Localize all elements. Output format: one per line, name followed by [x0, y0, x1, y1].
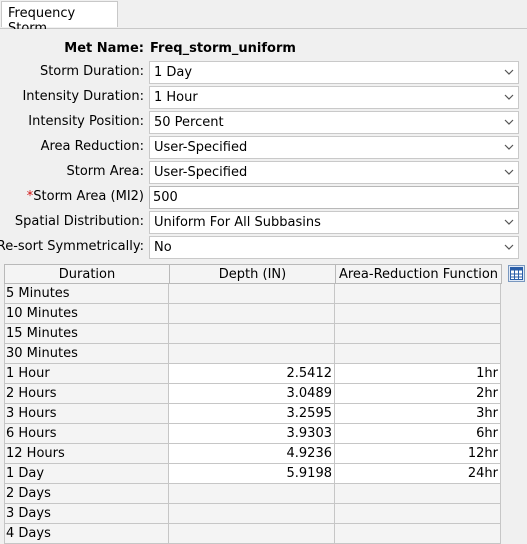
storm-area-mi2-label: *Storm Area (MI2) [27, 189, 144, 204]
intensity-position-row: Intensity Position: 50 Percent [0, 110, 527, 134]
chevron-down-icon [504, 169, 514, 175]
depth-cell[interactable] [169, 484, 335, 504]
column-header-depth[interactable]: Depth (IN) [170, 264, 336, 284]
area-reduction-cell[interactable]: 2hr [335, 384, 501, 404]
intensity-duration-value: 1 Hour [154, 90, 198, 105]
storm-area-value: User-Specified [154, 165, 248, 180]
depth-cell[interactable] [169, 524, 335, 544]
area-reduction-cell[interactable]: 6hr [335, 424, 501, 444]
storm-duration-label: Storm Duration: [39, 64, 144, 79]
depth-cell[interactable] [169, 504, 335, 524]
area-reduction-cell[interactable]: 12hr [335, 444, 501, 464]
area-reduction-row: Area Reduction: User-Specified [0, 135, 527, 159]
storm-duration-row: Storm Duration: 1 Day [0, 60, 527, 84]
duration-cell[interactable]: 1 Day [4, 464, 169, 484]
duration-cell[interactable]: 3 Hours [4, 404, 169, 424]
column-header-area-reduction[interactable]: Area-Reduction Function [336, 264, 502, 284]
depth-cell[interactable]: 3.9303 [169, 424, 335, 444]
area-reduction-select[interactable]: User-Specified [149, 136, 519, 159]
area-reduction-cell[interactable]: 24hr [335, 464, 501, 484]
chevron-down-icon [504, 219, 514, 225]
table-options-button[interactable] [508, 265, 525, 282]
column-header-duration[interactable]: Duration [4, 264, 170, 284]
storm-duration-value: 1 Day [154, 65, 193, 80]
depth-cell[interactable] [169, 344, 335, 364]
area-reduction-cell[interactable] [335, 284, 501, 304]
area-reduction-value: User-Specified [154, 140, 248, 155]
area-reduction-cell[interactable] [335, 344, 501, 364]
storm-area-label: Storm Area: [66, 164, 144, 179]
chevron-down-icon [504, 94, 514, 100]
duration-cell[interactable]: 2 Days [4, 484, 169, 504]
met-name-row: Met Name: Freq_storm_uniform [0, 37, 527, 61]
met-name-label: Met Name: [64, 41, 144, 56]
duration-cell[interactable]: 30 Minutes [4, 344, 169, 364]
duration-cell[interactable]: 5 Minutes [4, 284, 169, 304]
storm-area-mi2-value: 500 [153, 190, 178, 205]
spatial-distribution-select[interactable]: Uniform For All Subbasins [149, 211, 519, 234]
area-reduction-cell[interactable]: 3hr [335, 404, 501, 424]
chevron-down-icon [504, 144, 514, 150]
resort-symmetrically-label: Re-sort Symmetrically: [0, 239, 144, 254]
depth-cell[interactable]: 3.0489 [169, 384, 335, 404]
intensity-duration-row: Intensity Duration: 1 Hour [0, 85, 527, 109]
storm-area-row: Storm Area: User-Specified [0, 160, 527, 184]
tab-frequency-storm[interactable]: Frequency Storm [1, 1, 118, 36]
chevron-down-icon [504, 119, 514, 125]
storm-area-mi2-input[interactable]: 500 [149, 186, 519, 209]
intensity-position-value: 50 Percent [154, 115, 224, 130]
depth-cell[interactable] [169, 324, 335, 344]
area-reduction-cell[interactable] [335, 324, 501, 344]
intensity-duration-select[interactable]: 1 Hour [149, 86, 519, 109]
duration-cell[interactable]: 12 Hours [4, 444, 169, 464]
depth-cell[interactable]: 5.9198 [169, 464, 335, 484]
storm-duration-select[interactable]: 1 Day [149, 61, 519, 84]
depth-cell[interactable] [169, 304, 335, 324]
met-name-value: Freq_storm_uniform [150, 41, 296, 56]
intensity-position-select[interactable]: 50 Percent [149, 111, 519, 134]
storm-area-select[interactable]: User-Specified [149, 161, 519, 184]
resort-symmetrically-row: Re-sort Symmetrically: No [0, 235, 527, 259]
chevron-down-icon [504, 244, 514, 250]
resort-symmetrically-select[interactable]: No [149, 236, 519, 259]
duration-cell[interactable]: 15 Minutes [4, 324, 169, 344]
duration-cell[interactable]: 4 Days [4, 524, 169, 544]
spatial-distribution-label: Spatial Distribution: [14, 214, 144, 229]
depth-cell[interactable] [169, 284, 335, 304]
spatial-distribution-row: Spatial Distribution: Uniform For All Su… [0, 210, 527, 234]
frequency-storm-panel: Met Name: Freq_storm_uniform Storm Durat… [0, 29, 527, 544]
area-reduction-cell[interactable] [335, 304, 501, 324]
chevron-down-icon [504, 69, 514, 75]
duration-cell[interactable]: 1 Hour [4, 364, 169, 384]
depth-cell[interactable]: 2.5412 [169, 364, 335, 384]
resort-symmetrically-value: No [154, 240, 172, 255]
area-reduction-cell[interactable]: 1hr [335, 364, 501, 384]
intensity-position-label: Intensity Position: [28, 114, 144, 129]
area-reduction-cell[interactable] [335, 484, 501, 504]
duration-cell[interactable]: 2 Hours [4, 384, 169, 404]
area-reduction-cell[interactable] [335, 524, 501, 544]
table-grid-icon [510, 267, 523, 280]
depth-cell[interactable]: 4.9236 [169, 444, 335, 464]
depth-cell[interactable]: 3.2595 [169, 404, 335, 424]
intensity-duration-label: Intensity Duration: [22, 89, 144, 104]
duration-cell[interactable]: 10 Minutes [4, 304, 169, 324]
duration-cell[interactable]: 3 Days [4, 504, 169, 524]
tab-bar: Frequency Storm [0, 0, 527, 36]
area-reduction-cell[interactable] [335, 504, 501, 524]
storm-area-mi2-row: *Storm Area (MI2) 500 [0, 185, 527, 209]
spatial-distribution-value: Uniform For All Subbasins [154, 215, 321, 230]
area-reduction-label: Area Reduction: [40, 139, 144, 154]
storm-area-mi2-label-text: Storm Area (MI2) [33, 189, 144, 204]
duration-cell[interactable]: 6 Hours [4, 424, 169, 444]
